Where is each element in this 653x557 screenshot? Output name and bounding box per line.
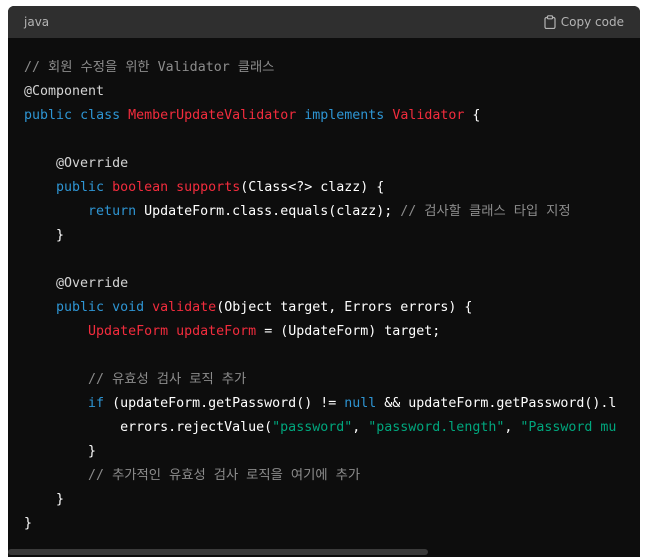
language-label: java: [24, 15, 50, 29]
code-line: public void validate(Object target, Erro…: [24, 296, 640, 320]
code-token: = (UpdateForm) target;: [256, 324, 441, 339]
code-token: ,: [352, 420, 369, 435]
code-line: @Component: [24, 80, 640, 104]
code-line: @Override: [24, 272, 640, 296]
code-line: return UpdateForm.class.equals(clazz); /…: [24, 200, 640, 224]
code-token: (Object target, Errors errors) {: [216, 300, 473, 315]
code-token: public: [24, 108, 73, 123]
code-token: {: [464, 108, 481, 123]
code-token: UpdateForm: [88, 324, 169, 339]
code-token: implements: [304, 108, 385, 123]
code-token: @Override: [56, 276, 129, 291]
horizontal-scrollbar[interactable]: [8, 549, 428, 555]
copy-code-button[interactable]: Copy code: [544, 15, 624, 29]
code-text: // 회원 수정을 위한 Validator 클래스 @Component publ…: [8, 38, 640, 536]
code-token: (Class<?> clazz) {: [240, 180, 385, 195]
code-token: return: [88, 204, 137, 219]
code-token: "Password mu: [520, 420, 617, 435]
code-body: // 회원 수정을 위한 Validator 클래스 @Component publ…: [8, 38, 640, 557]
code-token: MemberUpdateValidator: [128, 108, 297, 123]
code-token: validate: [152, 300, 217, 315]
code-line: // 회원 수정을 위한 Validator 클래스: [24, 56, 640, 80]
code-token: updateForm: [176, 324, 257, 339]
code-token: // 추가적인 유효성 검사 로직을 여기에 추가: [88, 468, 361, 483]
code-block: java Copy code // 회원 수정을 위한 Validator 클래…: [8, 6, 640, 557]
code-line: UpdateForm updateForm = (UpdateForm) tar…: [24, 320, 640, 344]
code-token: "password": [272, 420, 353, 435]
code-token: ,: [504, 420, 521, 435]
clipboard-icon: [544, 15, 556, 29]
code-token: && updateForm.getPassword().l: [376, 396, 617, 411]
code-token: errors.rejectValue(: [24, 420, 273, 435]
code-header: java Copy code: [8, 6, 640, 38]
code-token: }: [24, 228, 65, 243]
code-token: Validator: [392, 108, 465, 123]
code-token: // 회원 수정을 위한 Validator 클래스: [24, 60, 275, 75]
code-line: @Override: [24, 152, 640, 176]
code-line: }: [24, 224, 640, 248]
code-token: @Component: [24, 84, 105, 99]
code-line: errors.rejectValue("password", "password…: [24, 416, 640, 440]
code-token: if: [88, 396, 105, 411]
code-line: }: [24, 512, 640, 536]
code-token: public: [56, 300, 105, 315]
code-token: }: [24, 444, 97, 459]
code-token: // 검사할 클래스 타입 지정: [400, 204, 571, 219]
code-line: if (updateForm.getPassword() != null && …: [24, 392, 640, 416]
code-token: public: [56, 180, 105, 195]
code-token: supports: [176, 180, 241, 195]
code-line: public boolean supports(Class<?> clazz) …: [24, 176, 640, 200]
code-token: void: [112, 300, 145, 315]
code-token: UpdateForm.class.equals(clazz);: [136, 204, 401, 219]
code-token: (updateForm.getPassword() !=: [104, 396, 345, 411]
code-token: "password.length": [368, 420, 505, 435]
code-line: // 유효성 검사 로직 추가: [24, 368, 640, 392]
code-token: @Override: [56, 156, 129, 171]
code-line: public class MemberUpdateValidator imple…: [24, 104, 640, 128]
copy-code-label: Copy code: [560, 15, 624, 29]
code-token: }: [24, 516, 33, 531]
code-token: null: [344, 396, 377, 411]
code-token: // 유효성 검사 로직 추가: [88, 372, 247, 387]
code-token: }: [24, 492, 65, 507]
code-line: // 추가적인 유효성 검사 로직을 여기에 추가: [24, 464, 640, 488]
code-line: }: [24, 488, 640, 512]
code-line: }: [24, 440, 640, 464]
code-token: class: [80, 108, 121, 123]
code-token: boolean: [112, 180, 169, 195]
